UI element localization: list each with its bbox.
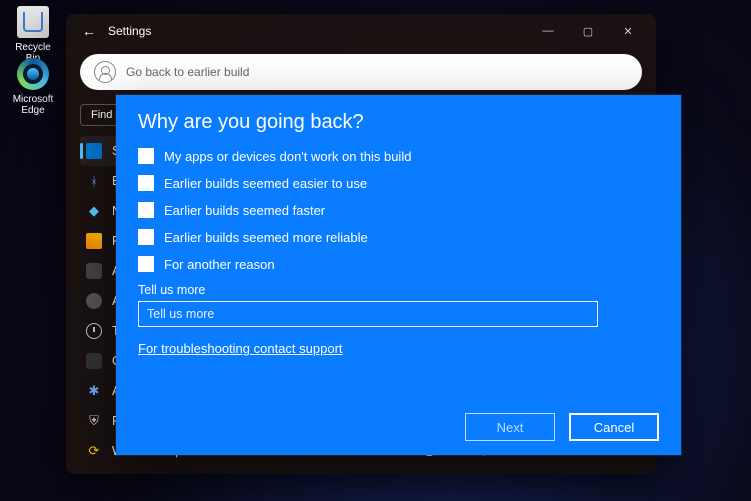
wifi-icon: ◆ bbox=[86, 203, 102, 219]
cancel-button[interactable]: Cancel bbox=[569, 413, 659, 441]
desktop-icon-recycle-bin[interactable]: Recycle Bin bbox=[8, 6, 58, 64]
titlebar: ← Settings — ▢ ✕ bbox=[66, 14, 656, 48]
desktop-icon-label: Microsoft Edge bbox=[8, 94, 58, 116]
breadcrumb-text: Go back to earlier build bbox=[126, 65, 249, 79]
breadcrumb-pill[interactable]: Go back to earlier build bbox=[80, 54, 642, 90]
gaming-icon bbox=[86, 353, 102, 369]
tell-us-more-label: Tell us more bbox=[138, 283, 659, 297]
close-button[interactable]: ✕ bbox=[608, 17, 648, 45]
user-icon bbox=[94, 61, 116, 83]
reason-option-faster[interactable]: Earlier builds seemed faster bbox=[138, 202, 659, 218]
rollback-dialog: Why are you going back? My apps or devic… bbox=[116, 95, 681, 455]
checkbox[interactable] bbox=[138, 256, 154, 272]
checkbox[interactable] bbox=[138, 148, 154, 164]
shield-icon: ⛨ bbox=[86, 413, 102, 429]
next-button[interactable]: Next bbox=[465, 413, 555, 441]
checkbox[interactable] bbox=[138, 175, 154, 191]
clock-icon bbox=[86, 323, 102, 339]
checkbox[interactable] bbox=[138, 202, 154, 218]
apps-icon bbox=[86, 263, 102, 279]
reason-option-reliable[interactable]: Earlier builds seemed more reliable bbox=[138, 229, 659, 245]
reason-option-easier[interactable]: Earlier builds seemed easier to use bbox=[138, 175, 659, 191]
reason-option-apps[interactable]: My apps or devices don't work on this bu… bbox=[138, 148, 659, 164]
desktop-icon-edge[interactable]: Microsoft Edge bbox=[8, 58, 58, 116]
update-icon: ⟳ bbox=[86, 443, 102, 459]
accessibility-icon: ✱ bbox=[86, 383, 102, 399]
checkbox[interactable] bbox=[138, 229, 154, 245]
system-icon bbox=[86, 143, 102, 159]
bluetooth-icon: ᚼ bbox=[86, 173, 102, 189]
brush-icon bbox=[86, 233, 102, 249]
maximize-button[interactable]: ▢ bbox=[568, 17, 608, 45]
dialog-title: Why are you going back? bbox=[138, 111, 659, 134]
edge-icon bbox=[17, 58, 49, 90]
troubleshoot-support-link[interactable]: For troubleshooting contact support bbox=[138, 341, 343, 356]
reason-option-other[interactable]: For another reason bbox=[138, 256, 659, 272]
back-button[interactable]: ← bbox=[82, 23, 102, 39]
minimize-button[interactable]: — bbox=[528, 17, 568, 45]
account-icon bbox=[86, 293, 102, 309]
window-title: Settings bbox=[108, 24, 151, 38]
tell-us-more-input[interactable] bbox=[138, 301, 598, 327]
recycle-bin-icon bbox=[17, 6, 49, 38]
